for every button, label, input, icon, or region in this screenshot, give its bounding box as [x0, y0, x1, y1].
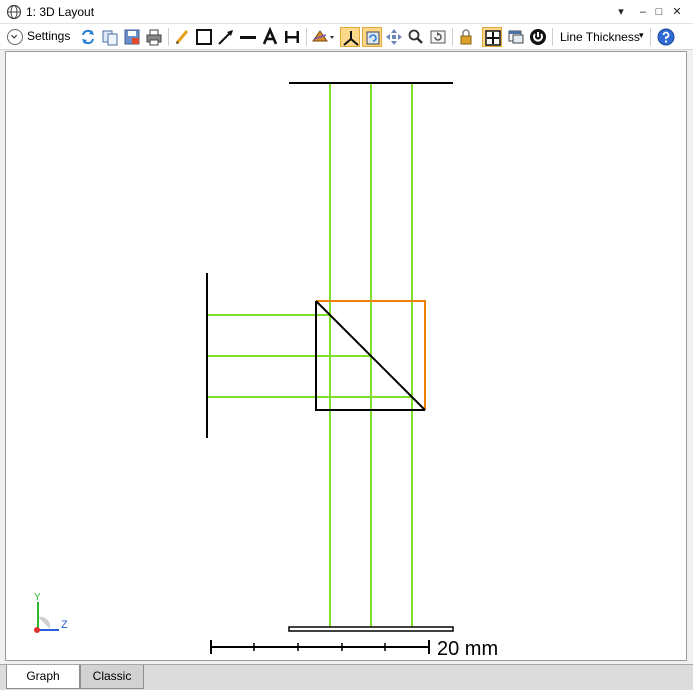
- app-logo-icon: [6, 4, 22, 20]
- toolbar-separator: [552, 28, 553, 46]
- toolbar-separator: [168, 28, 169, 46]
- toolbar: Settings Line Thickness ▾: [0, 24, 693, 50]
- line-thickness-dropdown[interactable]: Line Thickness: [560, 30, 640, 44]
- dimension-tool-icon[interactable]: [282, 27, 302, 47]
- copy-icon[interactable]: [100, 27, 120, 47]
- refresh-icon[interactable]: [78, 27, 98, 47]
- settings-button[interactable]: Settings: [27, 29, 70, 43]
- tab-bar: Graph Classic: [0, 664, 693, 690]
- axis-x-dot: [34, 627, 40, 633]
- toolbar-separator: [306, 28, 307, 46]
- source-window: [288, 626, 454, 632]
- window-icon[interactable]: [506, 27, 526, 47]
- axes-icon[interactable]: [340, 27, 360, 47]
- optical-layout-drawing: 20 mm Y Z: [34, 82, 498, 660]
- scale-bar: [210, 640, 430, 654]
- tab-graph[interactable]: Graph: [6, 665, 80, 689]
- chevron-down-icon[interactable]: ▾: [639, 30, 644, 41]
- settings-chevron-icon[interactable]: [7, 29, 23, 45]
- reset-zoom-icon[interactable]: [428, 27, 448, 47]
- pencil-icon[interactable]: [172, 27, 192, 47]
- lock-icon[interactable]: [456, 27, 476, 47]
- refresh-view-icon[interactable]: [362, 27, 382, 47]
- axis-y-label: Y: [34, 592, 41, 603]
- layout-canvas[interactable]: 20 mm Y Z: [5, 51, 687, 661]
- arrow-tool-icon[interactable]: [216, 27, 236, 47]
- power-icon[interactable]: [528, 27, 548, 47]
- pan-icon[interactable]: [384, 27, 404, 47]
- tab-classic[interactable]: Classic: [80, 665, 144, 689]
- toolbar-separator: [452, 28, 453, 46]
- close-button[interactable]: ✕: [668, 3, 686, 21]
- rotate-view-icon[interactable]: [310, 27, 336, 47]
- text-tool-icon[interactable]: [260, 27, 280, 47]
- line-tool-icon[interactable]: [238, 27, 258, 47]
- help-icon[interactable]: [656, 27, 676, 47]
- toolbar-separator: [650, 28, 651, 46]
- window-menu-button[interactable]: ▾: [612, 3, 630, 21]
- axis-z-label: Z: [61, 619, 68, 631]
- window-title: 1: 3D Layout: [26, 5, 95, 19]
- print-icon[interactable]: [144, 27, 164, 47]
- axis-triad: Y Z: [34, 592, 68, 633]
- fit-icon[interactable]: [482, 27, 502, 47]
- scale-bar-label: 20 mm: [437, 638, 498, 660]
- save-icon[interactable]: [122, 27, 142, 47]
- rectangle-icon[interactable]: [194, 27, 214, 47]
- maximize-button[interactable]: □: [650, 3, 668, 21]
- zoom-icon[interactable]: [406, 27, 426, 47]
- title-bar: 1: 3D Layout ▾ – □ ✕: [0, 0, 693, 24]
